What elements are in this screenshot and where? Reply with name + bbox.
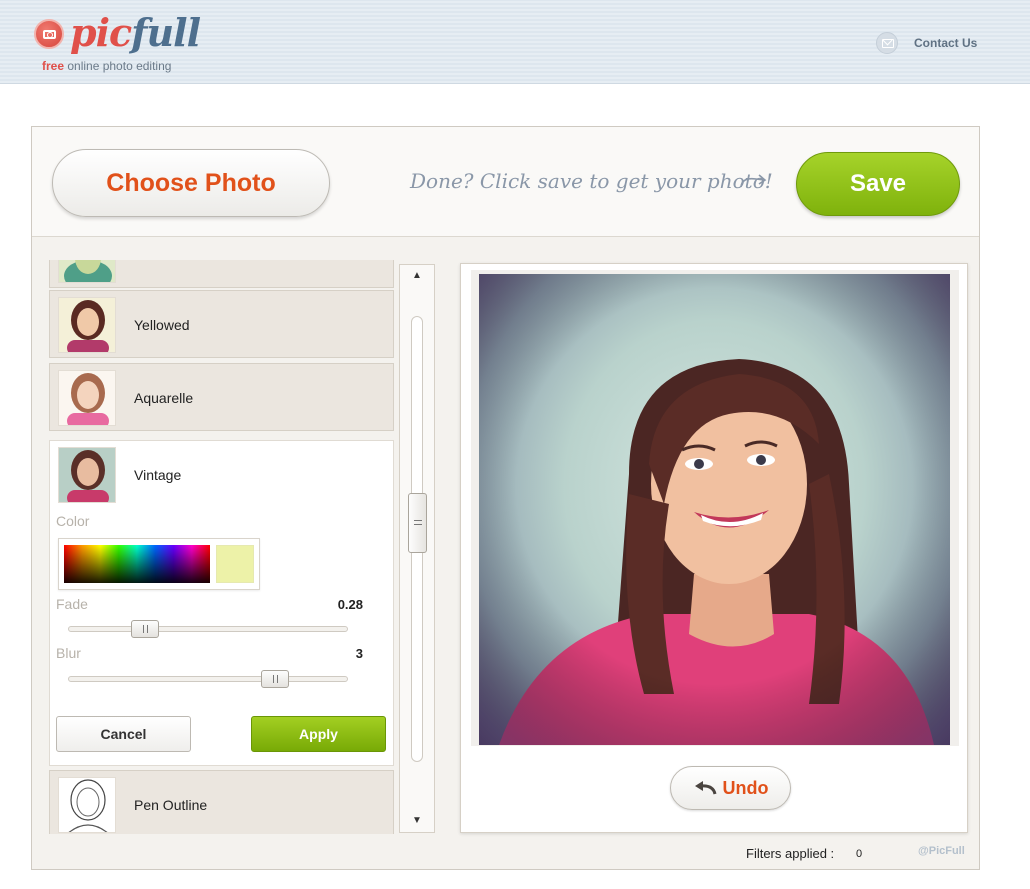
header-bar: picfull free online photo editing Contac…: [0, 0, 1030, 84]
picfull-logo[interactable]: picfull free online photo editing: [34, 10, 201, 76]
scroll-thumb[interactable]: [408, 493, 427, 553]
filter-item-yellowed[interactable]: Yellowed: [49, 290, 394, 358]
filter-list-scrollbar[interactable]: ▲ ▼: [399, 264, 435, 833]
apply-button[interactable]: Apply: [251, 716, 386, 752]
photo-frame: [471, 270, 959, 746]
color-spectrum[interactable]: [64, 545, 210, 583]
color-label: Color: [56, 513, 90, 529]
filter-label: Yellowed: [134, 317, 190, 333]
scroll-down-arrow-icon[interactable]: ▼: [400, 810, 434, 832]
filter-thumbnail: [58, 260, 116, 283]
logo-wordmark: picfull: [70, 10, 201, 55]
filter-item-pen-outline[interactable]: Pen Outline: [49, 770, 394, 834]
fade-slider-track[interactable]: [68, 626, 348, 632]
curved-arrow-icon: [740, 174, 767, 188]
fade-slider-handle[interactable]: [131, 620, 159, 638]
filter-label: Aquarelle: [134, 390, 194, 406]
save-button[interactable]: Save: [796, 152, 960, 216]
color-picker[interactable]: [58, 538, 260, 590]
filter-thumbnail: [58, 297, 116, 353]
preview-photo: [479, 274, 950, 745]
blur-value: 3: [355, 646, 363, 661]
picfull-credit: @PicFull: [918, 845, 965, 857]
filters-applied-count: 0: [856, 848, 863, 860]
filter-item-partial[interactable]: [49, 260, 394, 288]
editor-toolbar: Choose Photo Done? Click save to get you…: [32, 127, 979, 237]
choose-photo-button[interactable]: Choose Photo: [52, 149, 330, 217]
mail-icon: [876, 32, 898, 54]
blur-slider-handle[interactable]: [261, 670, 289, 688]
fade-value: 0.28: [337, 597, 363, 612]
contact-us-link[interactable]: Contact Us: [876, 31, 977, 55]
blur-label: Blur: [56, 645, 81, 661]
camera-icon: [34, 19, 64, 49]
filter-thumbnail: [58, 777, 116, 833]
filter-thumbnail: [58, 370, 116, 426]
blur-slider-track[interactable]: [68, 676, 348, 682]
filter-item-aquarelle[interactable]: Aquarelle: [49, 363, 394, 431]
undo-label: Undo: [722, 777, 769, 798]
filters-applied-label: Filters applied :: [746, 846, 835, 861]
photo-preview-panel: Undo: [460, 263, 968, 833]
undo-button[interactable]: Undo: [670, 766, 791, 810]
filter-list: Yellowed Aquarelle Vintage Color Fade 0.…: [47, 260, 395, 834]
editor-panel: Choose Photo Done? Click save to get you…: [31, 126, 980, 870]
filter-thumbnail[interactable]: [58, 447, 116, 503]
filter-label: Pen Outline: [134, 797, 208, 813]
filter-label: Vintage: [134, 467, 182, 483]
contact-us-label: Contact Us: [914, 36, 978, 50]
scroll-up-arrow-icon[interactable]: ▲: [400, 265, 434, 287]
fade-label: Fade: [56, 596, 88, 612]
cancel-button[interactable]: Cancel: [56, 716, 191, 752]
undo-arrow-icon: [694, 781, 716, 795]
logo-tagline: free online photo editing: [42, 59, 172, 73]
selected-color-swatch[interactable]: [216, 545, 254, 583]
save-hint-text: Done? Click save to get your photo!: [410, 169, 773, 193]
filter-item-vintage-expanded: Vintage Color Fade 0.28 Blur 3 Cancel Ap…: [49, 440, 394, 766]
